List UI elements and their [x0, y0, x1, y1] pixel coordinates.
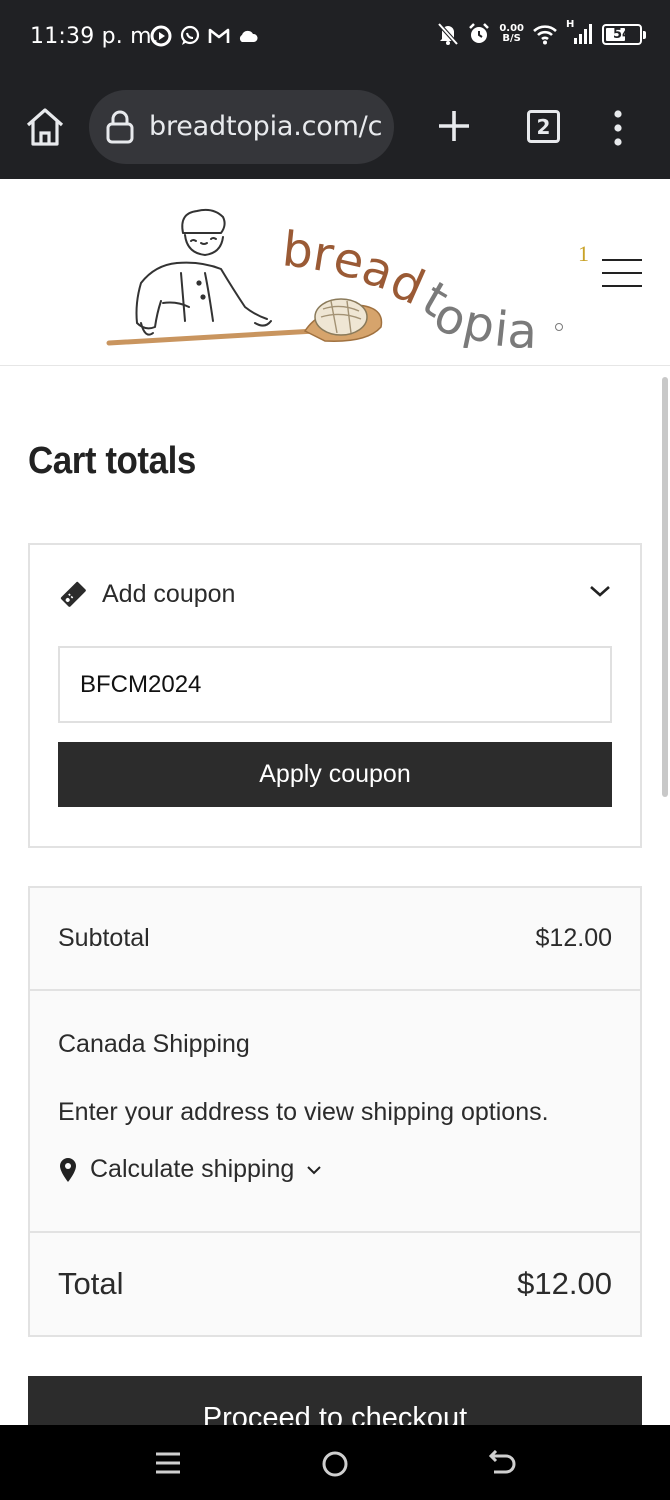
nav-back-button[interactable]: [488, 1450, 518, 1478]
total-label: Total: [58, 1266, 124, 1301]
svg-text:a: a: [507, 303, 538, 348]
url-text[interactable]: breadtopia.com/c: [149, 111, 382, 142]
subtotal-value: $12.00: [535, 924, 612, 952]
mute-icon: [437, 22, 459, 46]
shipping-note: Enter your address to view shipping opti…: [58, 1098, 549, 1126]
calculate-shipping-toggle[interactable]: Calculate shipping: [58, 1155, 322, 1184]
hamburger-menu-button[interactable]: [602, 259, 642, 289]
location-pin-icon: [60, 1157, 76, 1182]
shipping-row: Canada Shipping Enter your address to vi…: [30, 992, 640, 1233]
home-button[interactable]: [22, 104, 68, 150]
battery-level: 54: [612, 26, 632, 42]
android-nav-bar: [0, 1425, 670, 1500]
nav-home-button[interactable]: [321, 1450, 349, 1478]
battery-icon: 54: [602, 23, 646, 45]
coupon-toggle[interactable]: Add coupon: [58, 579, 235, 609]
cloud-icon: [239, 30, 258, 42]
cart-count-badge[interactable]: 1: [578, 241, 589, 267]
coupon-label[interactable]: Add coupon: [102, 580, 235, 609]
status-right-icons: 0.00 B/S H 54: [437, 19, 646, 46]
coupon-tag-icon: [60, 581, 86, 607]
chevron-down-icon[interactable]: [306, 1164, 322, 1176]
coupon-code-input[interactable]: [58, 646, 612, 723]
net-speed-unit: B/S: [502, 33, 521, 44]
new-tab-button[interactable]: [434, 106, 474, 146]
cart-totals-table: Subtotal $12.00 Canada Shipping Enter yo…: [28, 886, 642, 1337]
subtotal-row: Subtotal $12.00: [30, 888, 640, 991]
browser-menu-button[interactable]: [608, 108, 628, 148]
chevron-down-icon[interactable]: [588, 583, 612, 599]
status-time: 11:39 p. m.: [30, 24, 159, 49]
apply-coupon-button[interactable]: Apply coupon: [58, 742, 612, 807]
shipping-title: Canada Shipping: [58, 1030, 250, 1058]
breadtopia-logo[interactable]: b r e a d t o p i a: [105, 203, 575, 348]
url-bar[interactable]: breadtopia.com/c: [89, 90, 394, 164]
status-bar: 11:39 p. m. 0.00 B/S H 54: [0, 0, 670, 76]
gmail-icon: [208, 28, 230, 43]
signal-icon: H: [566, 19, 594, 45]
wifi-icon: [533, 25, 557, 45]
status-left-icons: [150, 25, 259, 47]
browser-toolbar: breadtopia.com/c 2: [0, 76, 670, 179]
tab-switcher-button[interactable]: 2: [527, 110, 560, 143]
whatsapp-icon: [180, 25, 200, 45]
total-value: $12.00: [517, 1266, 612, 1301]
lock-icon[interactable]: [105, 110, 135, 144]
page-title: Cart totals: [28, 440, 196, 482]
page-scrollbar[interactable]: [662, 377, 668, 797]
alarm-icon: [469, 23, 490, 43]
total-row: Total $12.00: [30, 1234, 640, 1337]
app-notification-icon: [150, 25, 172, 47]
calculate-shipping-label[interactable]: Calculate shipping: [90, 1155, 294, 1184]
recents-button[interactable]: [155, 1451, 181, 1475]
site-header: b r e a d t o p i a 1: [0, 179, 670, 366]
subtotal-label: Subtotal: [58, 924, 150, 952]
net-speed: 0.00 B/S: [499, 24, 524, 44]
coupon-panel: Add coupon Apply coupon: [28, 543, 642, 848]
